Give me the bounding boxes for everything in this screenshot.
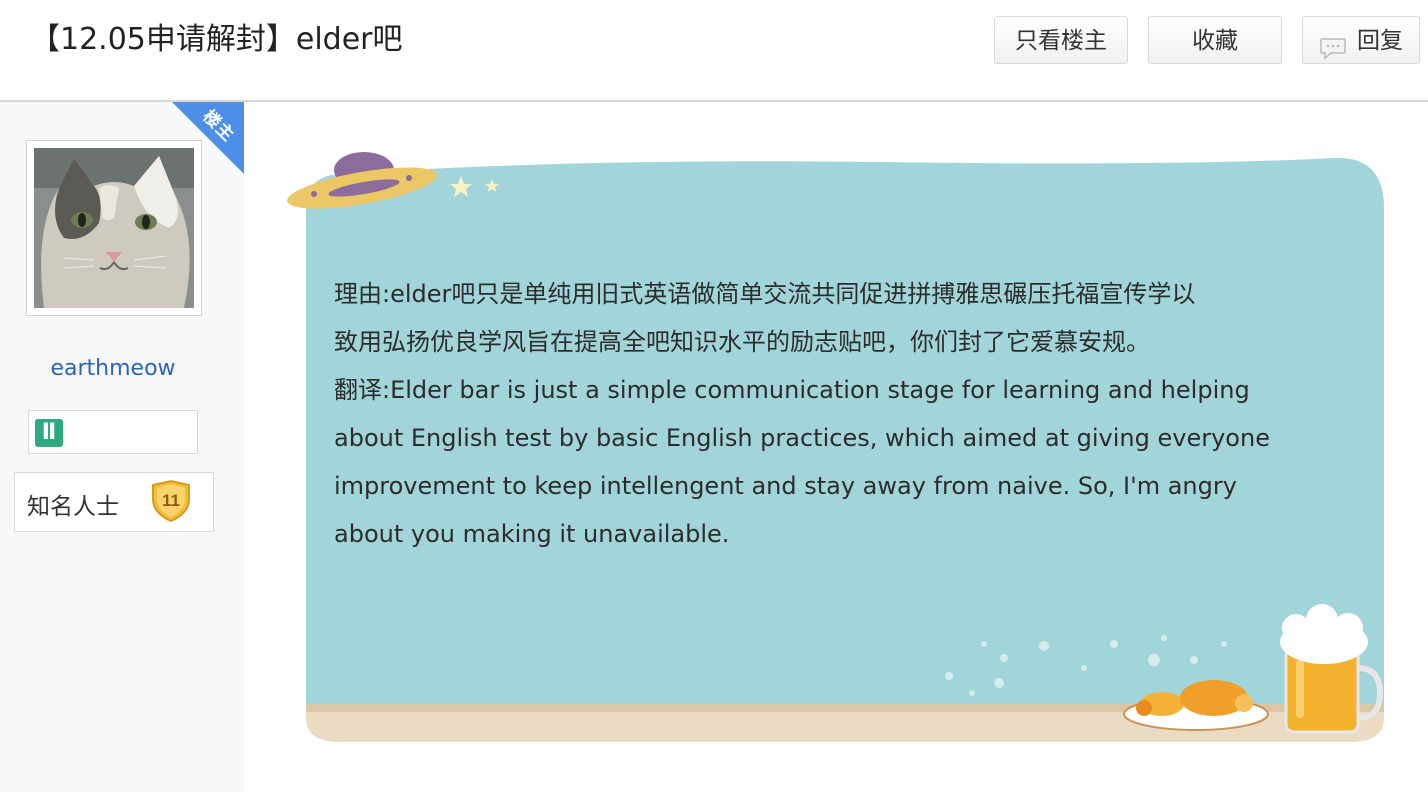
post-line: about English test by basic English prac… — [334, 424, 1270, 452]
speech-bubble-icon — [1319, 30, 1347, 78]
only-op-button[interactable]: 只看楼主 — [994, 16, 1128, 64]
post-body: 理由:elder吧只是单纯用旧式英语做简单交流共同促进拼搏雅思碾压托福宣传学以 … — [334, 270, 1344, 558]
rank-title: 知名人士 — [27, 494, 119, 520]
level-shield-icon: 11 — [149, 479, 193, 527]
post-line: 翻译:Elder bar is just a simple communicat… — [334, 376, 1250, 404]
reply-button[interactable]: 回复 — [1302, 16, 1420, 64]
cat-avatar-image — [34, 148, 194, 308]
post-line: about you making it unavailable. — [334, 520, 730, 548]
rank-level: 11 — [162, 491, 180, 510]
user-rank-badge[interactable]: 知名人士 11 — [14, 472, 214, 532]
gemini-icon: Ⅱ — [35, 419, 63, 447]
avatar[interactable] — [26, 140, 202, 316]
post-line: 致用弘扬优良学风旨在提高全吧知识水平的励志贴吧，你们封了它爱慕安规。 — [334, 328, 1150, 356]
thread-header: 【12.05申请解封】elder吧 只看楼主 收藏 回复 — [0, 0, 1428, 102]
post-line: 理由:elder吧只是单纯用旧式英语做简单交流共同促进拼搏雅思碾压托福宣传学以 — [334, 280, 1196, 308]
reply-button-label: 回复 — [1357, 28, 1403, 54]
author-username[interactable]: earthmeow — [0, 356, 226, 381]
post-line: improvement to keep intellengent and sta… — [334, 472, 1237, 500]
thread-title: 【12.05申请解封】elder吧 — [30, 22, 403, 57]
favorite-button[interactable]: 收藏 — [1148, 16, 1282, 64]
zodiac-badge[interactable]: Ⅱ — [28, 410, 198, 454]
